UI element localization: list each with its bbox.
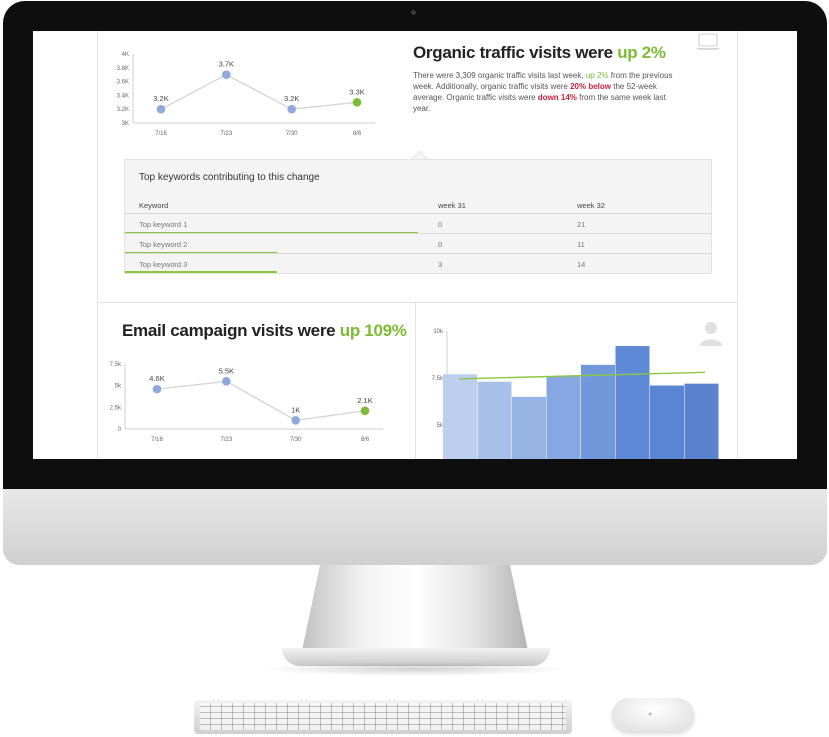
- y-tick-label: 3.8K: [117, 66, 129, 72]
- y-tick-label: 5k: [437, 423, 444, 429]
- bar: [477, 381, 512, 459]
- data-label: 5.5K: [219, 366, 234, 375]
- bar: [512, 396, 546, 459]
- keywords-card: Top keywords contributing to this change…: [124, 159, 712, 274]
- data-label: 3.3K: [349, 87, 364, 96]
- col-header-week32: week 32: [577, 201, 605, 210]
- y-tick-label: 10k: [433, 329, 444, 335]
- organic-heading-highlight: up 2%: [617, 43, 666, 62]
- y-tick-label: 0: [118, 427, 122, 433]
- y-tick-label: 3K: [122, 121, 129, 127]
- camera-dot: [411, 10, 416, 15]
- organic-heading: Organic traffic visits were up 2%: [413, 43, 666, 63]
- data-label: 3.7K: [219, 60, 234, 69]
- x-tick-label: 8/6: [361, 437, 370, 443]
- table-row[interactable]: Top keyword 3 3 14: [125, 254, 711, 273]
- x-tick-label: 7/23: [220, 437, 232, 443]
- y-tick-label: 7.5k: [110, 362, 122, 368]
- data-point: [291, 416, 300, 425]
- x-tick-label: 7/30: [290, 437, 302, 443]
- dashboard-screen: Organic traffic visits were up 2% There …: [33, 31, 797, 459]
- row-keyword: Top keyword 2: [139, 240, 188, 249]
- y-tick-label: 4K: [122, 52, 129, 58]
- organic-desc-up: up 2%: [585, 71, 609, 80]
- row-week32: 21: [577, 220, 586, 229]
- data-label: 4.6K: [149, 374, 164, 383]
- bar: [650, 385, 684, 459]
- row-week32: 11: [577, 240, 585, 249]
- monitor-chin: [3, 489, 827, 565]
- panel-divider-right: [737, 31, 738, 459]
- data-label: 3.2K: [153, 94, 168, 103]
- row-week31: 0: [438, 240, 443, 249]
- data-point: [222, 70, 231, 79]
- row-week32: 14: [577, 260, 586, 269]
- y-tick-label: 2.5k: [110, 405, 122, 411]
- laptop-icon: [696, 33, 720, 50]
- col-header-week31: week 31: [438, 201, 466, 210]
- email-line-chart: 7.5k 5k 2.5k 0 7/16 7/23 7/30 8/6 4.6K 5.5K 1K 2.1K: [110, 362, 383, 443]
- x-tick-label: 7/30: [286, 131, 298, 137]
- organic-desc-down: down 14%: [537, 93, 577, 102]
- series-line: [156, 380, 366, 422]
- row-week31: 3: [438, 260, 443, 269]
- x-tick-label: 7/16: [151, 437, 163, 443]
- data-point: [222, 377, 231, 386]
- row-keyword: Top keyword 3: [139, 260, 188, 269]
- data-label: 3.2K: [284, 94, 299, 103]
- y-tick-label: 3.2K: [117, 107, 129, 113]
- x-tick-label: 7/23: [220, 131, 232, 137]
- panel-divider-left: [97, 31, 98, 459]
- data-label: 1K: [291, 405, 300, 414]
- organic-desc-part: There were 3,309 organic traffic visits …: [413, 71, 586, 80]
- monitor-stand: [300, 565, 530, 660]
- table-row[interactable]: Top keyword 1 0 21: [125, 214, 711, 234]
- y-tick-label: 3.4K: [117, 93, 129, 99]
- email-heading-text: Email campaign visits were: [122, 321, 340, 340]
- monitor-shadow: [260, 662, 570, 676]
- data-label: 2.1K: [357, 396, 372, 405]
- email-heading: Email campaign visits were up 109%: [122, 321, 407, 341]
- x-tick-label: 8/6: [353, 131, 362, 137]
- apple-logo: ●: [648, 711, 653, 718]
- data-point: [156, 104, 166, 114]
- keywords-card-title: Top keywords contributing to this change: [139, 172, 320, 183]
- organic-line-chart: 4K 3.8K 3.6K 3.4K 3.2K 3K 7/16 7/23 7/30 8/6 3.2K 3…: [117, 52, 375, 137]
- bar: [546, 376, 581, 459]
- email-heading-highlight: up 109%: [339, 321, 407, 340]
- row-share-bar: [125, 271, 278, 273]
- row-keyword: Top keyword 1: [139, 220, 188, 229]
- y-tick-label: 5k: [115, 384, 122, 390]
- series-line: [160, 73, 358, 110]
- row-week31: 0: [438, 220, 443, 229]
- panel-divider-middle: [415, 302, 416, 459]
- bar: [581, 364, 615, 459]
- bar: [684, 383, 719, 459]
- x-tick-label: 7/16: [155, 131, 167, 137]
- y-tick-label: 7.5k: [432, 376, 444, 382]
- organic-description: There were 3,309 organic traffic visits …: [413, 70, 683, 114]
- y-tick-label: 3.6K: [117, 80, 129, 86]
- bar: [443, 374, 477, 459]
- table-row[interactable]: Top keyword 2 0 11: [125, 234, 711, 254]
- section-divider: [97, 302, 737, 303]
- data-point: [152, 384, 162, 394]
- bar: [615, 346, 650, 459]
- organic-heading-text: Organic traffic visits were: [413, 43, 618, 62]
- data-point: [287, 104, 296, 114]
- data-point: [360, 406, 370, 416]
- col-header-keyword: Keyword: [139, 201, 169, 210]
- keyboard-keys: [200, 703, 566, 730]
- visits-bar-chart: 10k7.5k5k2.5k: [432, 329, 719, 459]
- data-point: [352, 98, 362, 107]
- organic-desc-below: 20% below: [570, 82, 612, 91]
